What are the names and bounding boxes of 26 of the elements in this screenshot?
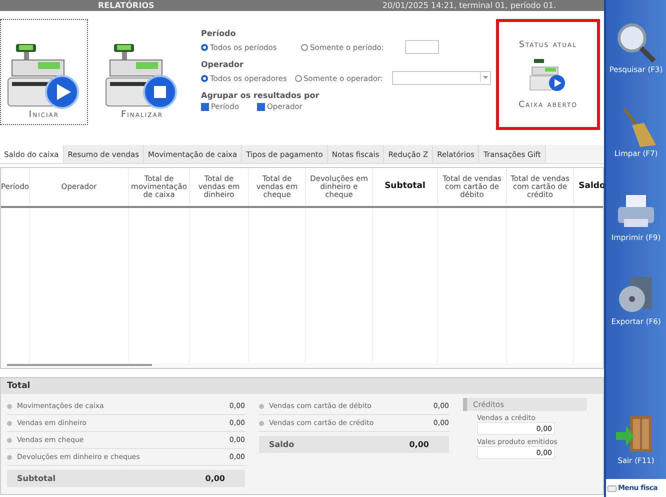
filter-label: Operador xyxy=(201,60,244,69)
scrollbar-thumb[interactable] xyxy=(7,364,152,366)
column-header: Subtotal xyxy=(384,182,426,192)
bullet-icon xyxy=(259,420,264,426)
balance-value: 0,00 xyxy=(409,440,429,449)
bullet-icon xyxy=(7,438,12,442)
register-action-button[interactable]: Finalizar xyxy=(98,19,186,125)
bullet-icon xyxy=(7,454,12,460)
subtotal-value: 0,00 xyxy=(205,474,225,483)
caret-icon xyxy=(480,72,490,82)
window-title: RELATÓRIOS xyxy=(98,1,154,10)
balance-label: Saldo xyxy=(269,440,294,449)
subtotal-label: Subtotal xyxy=(17,474,56,483)
column-header: Saldo xyxy=(578,182,606,192)
filter-label: Período xyxy=(201,29,237,38)
section-title: Total xyxy=(1,378,603,394)
bullet-icon xyxy=(259,404,264,408)
bullet-icon xyxy=(7,404,12,408)
status-value: Caixa aberto xyxy=(518,100,578,110)
bullet-icon xyxy=(7,420,12,426)
period-field[interactable] xyxy=(405,40,439,54)
session-info: 20/01/2025 14:21, terminal 01, período 01. xyxy=(382,1,556,10)
status-title: Status atual xyxy=(519,40,577,50)
operator-dropdown[interactable] xyxy=(392,71,491,85)
register-action-button[interactable]: Iniciar xyxy=(0,19,88,125)
group-by-label: Agrupar os resultados por xyxy=(201,91,320,100)
